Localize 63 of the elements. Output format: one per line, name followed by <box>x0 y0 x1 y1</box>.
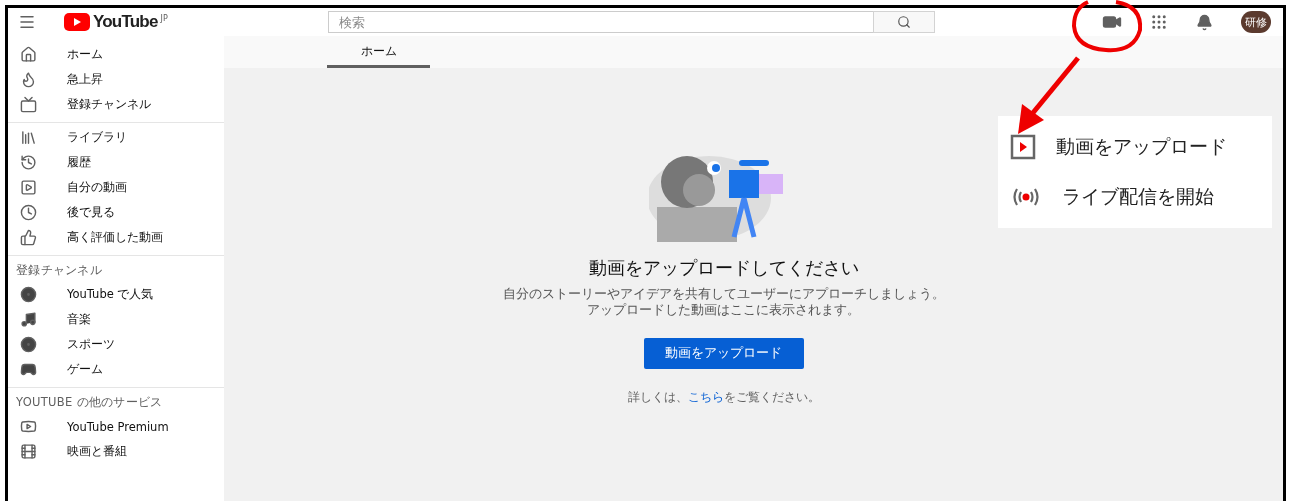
menu-item[interactable]: 動画をアップロード <box>998 122 1272 172</box>
menu-item[interactable]: ライブ配信を開始 <box>998 172 1272 222</box>
more-info-text: 詳しくは、こちら をご覧ください。 <box>627 389 820 406</box>
sidebar-item-label: ホーム <box>67 47 103 62</box>
sidebar-item[interactable]: 履歴 <box>8 150 224 175</box>
sidebar-item-label: 高く評価した動画 <box>67 230 163 245</box>
sidebar-item-label: YouTube で人気 <box>67 287 154 302</box>
sidebar-item-label: 登録チャンネル <box>67 97 151 112</box>
sidebar-item-label: 後で見る <box>67 205 115 220</box>
sidebar-item-label: スポーツ <box>67 337 115 352</box>
empty-state-title: 動画をアップロードしてください <box>588 256 859 280</box>
sidebar-item[interactable]: YouTube で人気 <box>8 282 224 307</box>
sidebar-item-label: 履歴 <box>67 155 91 170</box>
sidebar-section-title: 登録チャンネル <box>15 262 104 279</box>
search-field[interactable]: 検索 <box>327 11 873 33</box>
upload-button[interactable]: 動画をアップロード <box>643 338 804 369</box>
avatar[interactable]: 研修 <box>1241 11 1271 33</box>
sidebar-item-label: YouTube Premium <box>67 419 169 434</box>
flame-icon <box>20 71 37 88</box>
circle-icon <box>20 286 37 303</box>
search-icon <box>896 15 911 29</box>
library-icon <box>20 129 37 146</box>
logo-text: YouTube <box>93 12 158 32</box>
sidebar-item[interactable]: 後で見る <box>8 200 224 225</box>
menu-button[interactable] <box>18 13 36 31</box>
region-label: JP <box>160 14 168 23</box>
sidebar-item-label: 自分の動画 <box>67 180 127 195</box>
clock-icon <box>20 204 37 221</box>
sidebar-item-label: 音楽 <box>67 312 91 327</box>
sidebar-item-label: ライブラリ <box>67 130 127 145</box>
sidebar-item-label: 映画と番組 <box>67 444 127 459</box>
link[interactable]: こちら <box>687 390 724 404</box>
play-icon <box>20 418 37 435</box>
sidebar-item-label: ゲーム <box>67 362 103 377</box>
sidebar-item[interactable]: 映画と番組 <box>8 439 224 464</box>
sidebar-item[interactable]: 音楽 <box>8 307 224 332</box>
search-button[interactable] <box>872 11 935 33</box>
apps-grid-icon[interactable] <box>1150 13 1168 31</box>
empty-state-description: アップロードした動画はここに表示されます。 <box>587 302 860 318</box>
sidebar-item[interactable]: ホーム <box>8 42 224 67</box>
tab[interactable]: ホーム <box>327 36 430 68</box>
thumbs-up-icon <box>20 229 37 246</box>
home-icon <box>20 46 37 63</box>
sidebar-section-title: YOUTUBE の他のサービス <box>15 394 164 411</box>
sidebar-item[interactable]: ライブラリ <box>8 125 224 150</box>
sidebar-item[interactable]: 急上昇 <box>8 67 224 92</box>
sidebar-item[interactable]: ゲーム <box>8 357 224 382</box>
music-icon <box>20 311 37 328</box>
notifications-icon[interactable] <box>1196 13 1213 31</box>
play-square-icon <box>1010 134 1036 160</box>
sidebar-item[interactable]: YouTube Premium <box>8 414 224 439</box>
sidebar-item[interactable]: スポーツ <box>8 332 224 357</box>
sidebar-item[interactable]: 自分の動画 <box>8 175 224 200</box>
empty-state-description: 自分のストーリーやアイデアを共有してユーザーにアプローチしましょう。 <box>502 286 945 302</box>
film-icon <box>20 443 37 460</box>
sidebar-item[interactable]: 登録チャンネル <box>8 92 224 117</box>
play-square-icon <box>20 179 37 196</box>
history-icon <box>20 154 37 171</box>
sidebar-item-label: 急上昇 <box>67 72 103 87</box>
circle-icon <box>20 336 37 353</box>
gamepad-icon <box>20 361 37 378</box>
logo-play-icon <box>64 13 90 31</box>
sidebar-item[interactable]: 高く評価した動画 <box>8 225 224 250</box>
